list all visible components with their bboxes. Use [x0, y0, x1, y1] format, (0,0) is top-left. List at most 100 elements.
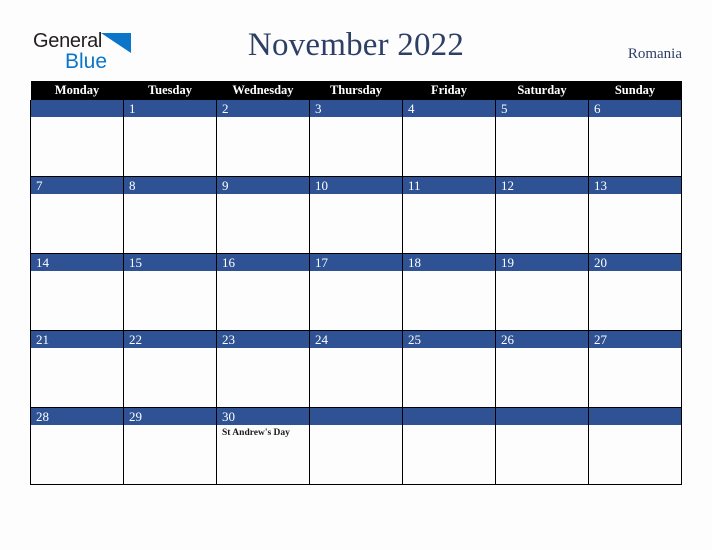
day-cell-content: 12: [496, 177, 588, 253]
calendar-day-cell[interactable]: 14: [30, 253, 124, 331]
day-cell-content: 4: [403, 100, 495, 176]
day-number: 28: [31, 408, 123, 425]
day-cell-content: [403, 408, 495, 484]
calendar-day-cell[interactable]: 8: [123, 176, 217, 254]
calendar-day-cell[interactable]: 12: [495, 176, 589, 254]
day-cell-content: 18: [403, 254, 495, 330]
day-number: 6: [589, 100, 681, 117]
day-cell-content: 1: [124, 100, 216, 176]
day-number: 8: [124, 177, 216, 194]
day-cell-content: [310, 408, 402, 484]
weekday-header-thursday: Thursday: [309, 81, 403, 100]
calendar-week-row: 7 8 9 10 11 12 13: [30, 176, 682, 254]
weekday-header-tuesday: Tuesday: [123, 81, 217, 100]
calendar-day-cell[interactable]: 2: [216, 100, 310, 177]
day-cell-content: [31, 100, 123, 176]
day-cell-content: 26: [496, 331, 588, 407]
calendar-day-cell[interactable]: 21: [30, 330, 124, 408]
day-cell-content: 6: [589, 100, 681, 176]
day-number: 16: [217, 254, 309, 271]
calendar-day-cell[interactable]: 28: [30, 407, 124, 485]
calendar-day-cell[interactable]: 13: [588, 176, 682, 254]
calendar-day-cell[interactable]: 15: [123, 253, 217, 331]
calendar-day-cell[interactable]: 25: [402, 330, 496, 408]
day-number: [310, 408, 402, 425]
day-number: 5: [496, 100, 588, 117]
calendar-day-cell[interactable]: 4: [402, 100, 496, 177]
day-number: 4: [403, 100, 495, 117]
calendar-day-cell[interactable]: [402, 407, 496, 485]
day-number: [403, 408, 495, 425]
day-cell-content: 11: [403, 177, 495, 253]
day-cell-content: 24: [310, 331, 402, 407]
day-number: [496, 408, 588, 425]
calendar-day-cell[interactable]: 20: [588, 253, 682, 331]
day-cell-content: 29: [124, 408, 216, 484]
day-number: [31, 100, 123, 117]
calendar-body: 1 2 3 4 5 6 7 8 9 10 11 12 13 14 15 16 17 18 19 20 21 22 23 24 2…: [30, 100, 682, 485]
calendar-day-cell[interactable]: [30, 100, 124, 177]
calendar-day-cell[interactable]: 10: [309, 176, 403, 254]
calendar-grid-wrapper: Monday Tuesday Wednesday Thursday Friday…: [30, 81, 682, 485]
day-number: 13: [589, 177, 681, 194]
day-cell-content: 9: [217, 177, 309, 253]
calendar-day-cell[interactable]: 30 St Andrew's Day: [216, 407, 310, 485]
calendar-day-cell[interactable]: 18: [402, 253, 496, 331]
day-number: 2: [217, 100, 309, 117]
day-cell-content: 28: [31, 408, 123, 484]
calendar-day-cell[interactable]: 5: [495, 100, 589, 177]
day-cell-content: 30 St Andrew's Day: [217, 408, 309, 484]
calendar-day-cell[interactable]: 1: [123, 100, 217, 177]
calendar-day-cell[interactable]: 9: [216, 176, 310, 254]
country-label: Romania: [627, 46, 682, 62]
day-number: 18: [403, 254, 495, 271]
calendar-day-cell[interactable]: [309, 407, 403, 485]
day-cell-content: 2: [217, 100, 309, 176]
calendar-day-cell[interactable]: 17: [309, 253, 403, 331]
day-cell-content: 19: [496, 254, 588, 330]
calendar-day-cell[interactable]: 24: [309, 330, 403, 408]
calendar-week-row: 14 15 16 17 18 19 20: [30, 253, 682, 331]
day-number: 12: [496, 177, 588, 194]
day-number: 9: [217, 177, 309, 194]
calendar-day-cell[interactable]: 23: [216, 330, 310, 408]
calendar-week-row: 123456: [30, 100, 682, 177]
day-number: 7: [31, 177, 123, 194]
day-cell-content: 15: [124, 254, 216, 330]
day-number: 26: [496, 331, 588, 348]
day-number: 10: [310, 177, 402, 194]
day-cell-content: 10: [310, 177, 402, 253]
calendar-day-cell[interactable]: 6: [588, 100, 682, 177]
calendar-day-cell[interactable]: 7: [30, 176, 124, 254]
day-number: 21: [31, 331, 123, 348]
day-number: 3: [310, 100, 402, 117]
weekday-header-wednesday: Wednesday: [216, 81, 310, 100]
day-cell-content: 21: [31, 331, 123, 407]
day-number: 11: [403, 177, 495, 194]
day-cell-content: 3: [310, 100, 402, 176]
day-cell-content: 22: [124, 331, 216, 407]
calendar-day-cell[interactable]: [495, 407, 589, 485]
day-cell-content: 16: [217, 254, 309, 330]
calendar-day-cell[interactable]: 19: [495, 253, 589, 331]
calendar-day-cell[interactable]: 3: [309, 100, 403, 177]
day-number: 25: [403, 331, 495, 348]
calendar-day-cell[interactable]: 22: [123, 330, 217, 408]
calendar-day-cell[interactable]: 11: [402, 176, 496, 254]
day-cell-content: 14: [31, 254, 123, 330]
day-cell-content: 20: [589, 254, 681, 330]
calendar-day-cell[interactable]: [588, 407, 682, 485]
day-cell-content: 25: [403, 331, 495, 407]
calendar-day-cell[interactable]: 27: [588, 330, 682, 408]
calendar-day-cell[interactable]: 29: [123, 407, 217, 485]
weekday-header-friday: Friday: [402, 81, 496, 100]
calendar-day-cell[interactable]: 16: [216, 253, 310, 331]
calendar-day-cell[interactable]: 26: [495, 330, 589, 408]
day-number: 24: [310, 331, 402, 348]
day-cell-content: 17: [310, 254, 402, 330]
calendar-week-row: 21 22 23 24 25 26 27: [30, 330, 682, 408]
day-number: 14: [31, 254, 123, 271]
day-cell-content: [496, 408, 588, 484]
weekday-header-sunday: Sunday: [588, 81, 682, 100]
day-number: 27: [589, 331, 681, 348]
